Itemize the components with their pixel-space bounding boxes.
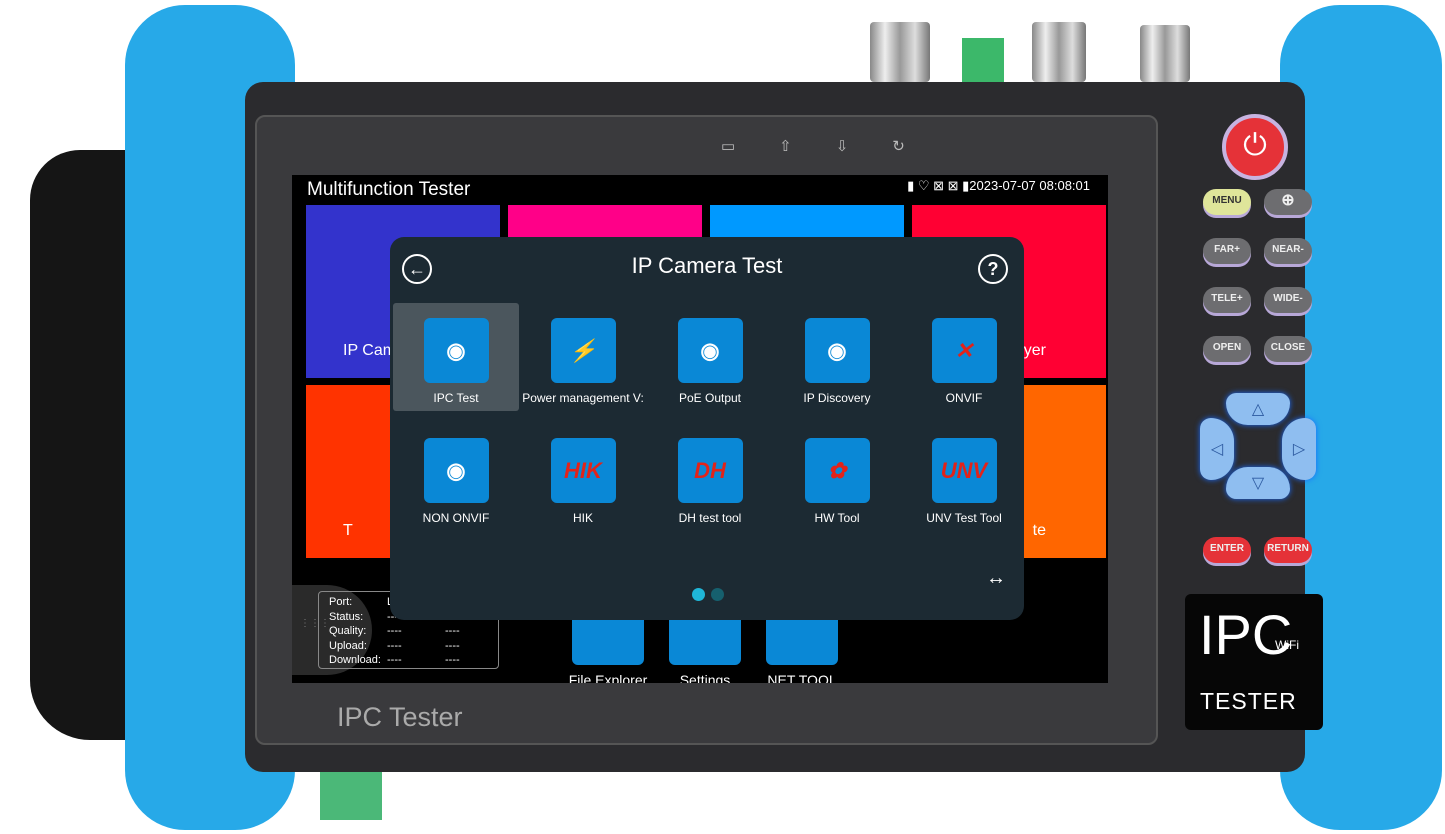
app-icon — [669, 615, 741, 665]
app-label: IP Discovery — [803, 391, 871, 405]
app-ipc-test[interactable]: ◉ IPC Test — [393, 303, 519, 411]
display: Multifunction Tester ▮ ♡ ⊠ ⊠ ▮2023-07-07… — [292, 175, 1108, 683]
app-label: HIK — [572, 511, 593, 525]
info-row: Download: ---- ---- — [329, 654, 460, 666]
terminal-connector — [962, 38, 1004, 82]
app-label: DH test tool — [678, 511, 742, 525]
ip-camera-test-dialog: ← IP Camera Test ? ◉ IPC Test ⚡ Power manag… — [390, 237, 1024, 620]
bnc-connector — [870, 22, 930, 82]
app-non-onvif[interactable]: ◉ NON ONVIF — [393, 423, 519, 531]
app-hik[interactable]: HIK HIK — [520, 423, 646, 531]
app-label: PoE Output — [678, 391, 742, 405]
dialog-title: IP Camera Test — [631, 253, 783, 278]
tile-label: T — [343, 522, 353, 539]
bottom-app[interactable]: File Explorer — [563, 615, 653, 683]
app-label: ONVIF — [945, 391, 983, 405]
open-button[interactable]: OPEN — [1203, 336, 1251, 362]
bnc-connector — [1032, 22, 1086, 82]
app-label: IPC Test — [433, 391, 479, 405]
tile-label: IP Cam — [343, 342, 397, 359]
bottom-connector — [320, 770, 382, 820]
app-icon — [572, 615, 644, 665]
camera-icon: ◉ — [423, 438, 489, 503]
app-label: HW Tool — [814, 511, 860, 525]
unv-logo-icon: UNV — [931, 438, 997, 503]
tools-icon: ✕ — [931, 318, 997, 383]
near-button[interactable]: NEAR- — [1264, 238, 1312, 264]
status-icons: ▮ ♡ ⊠ ⊠ ▮ — [907, 178, 970, 193]
wide-button[interactable]: WIDE- — [1264, 287, 1312, 313]
tele-button[interactable]: TELE+ — [1203, 287, 1251, 313]
up-button[interactable]: △ — [1226, 393, 1290, 425]
datetime: 2023-07-07 08:08:01 — [969, 178, 1090, 193]
power-icon: ⚡ — [550, 318, 616, 383]
right-button[interactable]: ▷ — [1282, 418, 1316, 480]
info-row: Upload: ---- ---- — [329, 639, 460, 652]
tile-label: te — [1032, 522, 1046, 539]
app-ip-discovery[interactable]: ◉ IP Discovery — [774, 303, 900, 411]
app-onvif[interactable]: ✕ ONVIF — [901, 303, 1027, 411]
help-button[interactable]: ? — [978, 254, 1008, 284]
bottom-app[interactable]: Settings — [660, 615, 750, 683]
enter-button[interactable]: ENTER — [1203, 537, 1251, 563]
ipc-tester-logo: IPC WiFi TESTER — [1185, 594, 1323, 730]
poe-icon: ◉ — [677, 318, 743, 383]
screen-title: Multifunction Tester — [307, 179, 471, 200]
bottom-app[interactable]: NET TOOL — [757, 615, 847, 683]
radar-icon: ◉ — [804, 318, 870, 383]
return-button[interactable]: RETURN — [1264, 537, 1312, 563]
status-bar: ▮ ♡ ⊠ ⊠ ▮2023-07-07 08:08:01 — [907, 178, 1090, 194]
top-indicators: ▭⇧⇩↻ — [721, 138, 949, 155]
app-hw-tool[interactable]: ✿ HW Tool — [774, 423, 900, 531]
close-button[interactable]: CLOSE — [1264, 336, 1312, 362]
app-label: UNV Test Tool — [926, 511, 1002, 525]
zoom-button[interactable]: ⊕ — [1264, 189, 1312, 215]
app-label: Power management V: — [522, 391, 644, 405]
page-dot[interactable] — [711, 588, 724, 601]
bnc-connector — [1140, 25, 1190, 82]
info-row: Quality: ---- ---- — [329, 625, 460, 637]
menu-button[interactable]: MENU — [1203, 189, 1251, 215]
app-icon — [766, 615, 838, 665]
app-poe-output[interactable]: ◉ PoE Output — [647, 303, 773, 411]
huawei-logo-icon: ✿ — [804, 438, 870, 503]
power-button[interactable]: ⏻ — [1222, 114, 1288, 180]
left-button[interactable]: ◁ — [1200, 418, 1234, 480]
far-button[interactable]: FAR+ — [1203, 238, 1251, 264]
swipe-hint-icon: ↔ — [986, 567, 1006, 589]
app-power-management-v-[interactable]: ⚡ Power management V: — [520, 303, 646, 411]
bezel-label: IPC Tester — [337, 702, 463, 732]
camera-icon: ◉ — [423, 318, 489, 383]
app-label: NON ONVIF — [422, 511, 490, 525]
page-dot-active[interactable] — [692, 588, 705, 601]
dh-logo-icon: DH — [677, 438, 743, 503]
down-button[interactable]: ▽ — [1226, 467, 1290, 499]
hik-logo-icon: HIK — [550, 438, 616, 503]
app-unv-test-tool[interactable]: UNV UNV Test Tool — [901, 423, 1027, 531]
app-dh-test-tool[interactable]: DH DH test tool — [647, 423, 773, 531]
